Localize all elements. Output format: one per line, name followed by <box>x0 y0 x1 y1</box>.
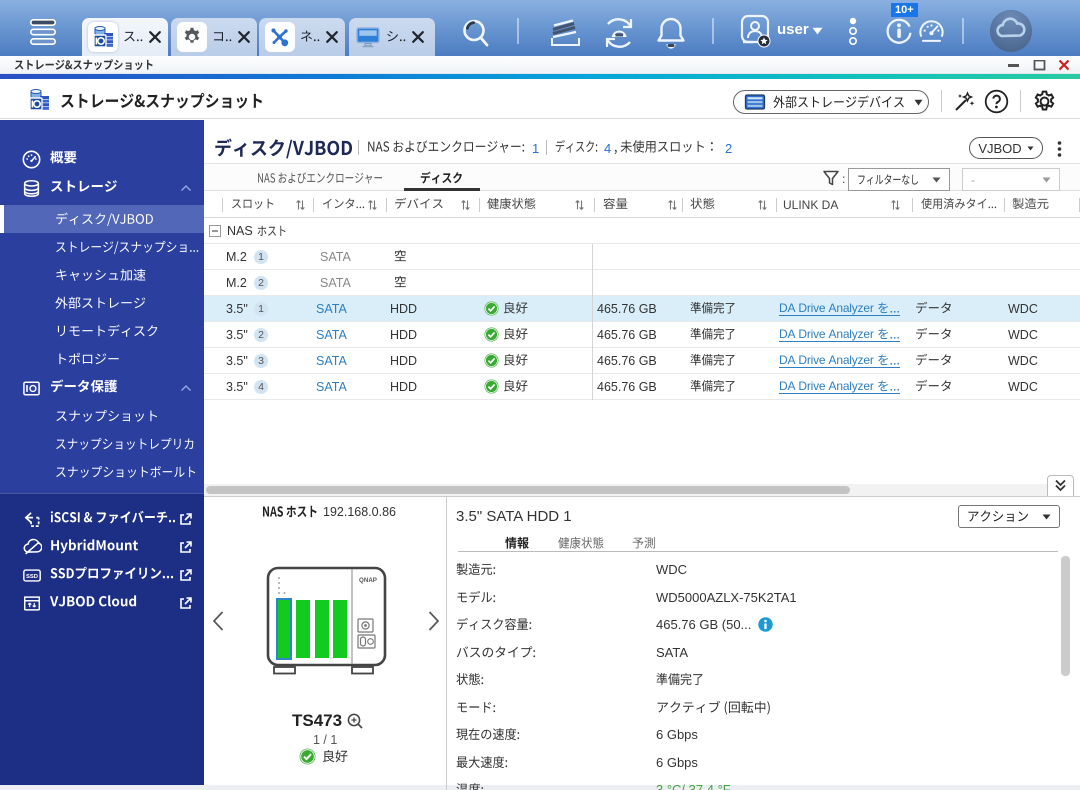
svg-text:QNAP: QNAP <box>359 577 377 584</box>
svg-text:SSD: SSD <box>26 574 38 580</box>
